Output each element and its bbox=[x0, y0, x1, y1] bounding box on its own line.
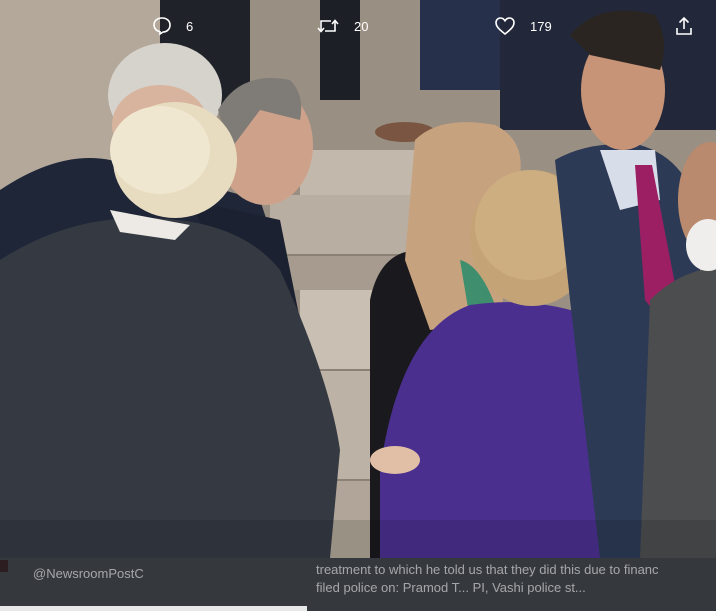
heart-icon bbox=[494, 16, 516, 36]
like-count: 179 bbox=[530, 18, 552, 34]
retweet-button[interactable]: 20 bbox=[316, 16, 368, 36]
tweet-media-photo[interactable] bbox=[0, 0, 716, 558]
photo-illustration bbox=[0, 0, 716, 558]
retweet-count: 20 bbox=[354, 18, 369, 34]
progress-underline bbox=[0, 606, 307, 611]
reply-button[interactable]: 6 bbox=[152, 16, 193, 36]
overlay-caption-line1: treatment to which he told us that they … bbox=[316, 562, 659, 577]
overlay-caption-line2: filed police on: Pramod T... PI, Vashi p… bbox=[316, 580, 586, 595]
like-button[interactable]: 179 bbox=[494, 16, 552, 36]
reply-count: 6 bbox=[186, 18, 194, 34]
share-button[interactable] bbox=[674, 16, 694, 36]
overlay-handle-text: @NewsroomPostC bbox=[33, 566, 144, 581]
reply-icon bbox=[152, 16, 172, 36]
share-icon bbox=[674, 16, 694, 36]
retweet-icon bbox=[316, 16, 340, 36]
